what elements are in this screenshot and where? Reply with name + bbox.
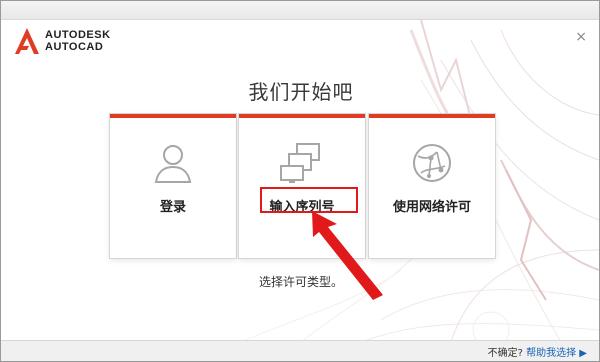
sign-in-card[interactable]: 登录 <box>110 114 236 258</box>
user-icon <box>154 145 192 183</box>
footer-question: 不确定? <box>487 348 523 359</box>
monitors-icon <box>280 143 320 183</box>
activation-window: AUTODESK AUTOCAD × 我们开始吧 登录 输入序列号 使用网络许可… <box>0 0 600 362</box>
page-title: 我们开始吧 <box>248 80 354 104</box>
autodesk-a-logo-icon <box>15 28 39 54</box>
help-me-choose-link[interactable]: 帮助我选择 <box>526 348 576 359</box>
network-globe-icon <box>413 144 451 182</box>
footer-bar: 不确定? 帮助我选择 ▶ <box>1 340 599 361</box>
brand-autodesk-text: AUTODESK <box>45 29 111 41</box>
network-license-label: 使用网络许可 <box>392 200 471 215</box>
brand-autocad-text: AUTOCAD <box>45 41 104 53</box>
license-type-hint: 选择许可类型。 <box>258 275 343 289</box>
autodesk-autocad-logo: AUTODESK AUTOCAD <box>15 28 111 54</box>
play-arrow-icon[interactable]: ▶ <box>579 348 587 359</box>
enter-serial-number-card[interactable]: 输入序列号 <box>239 114 365 258</box>
highlight-box <box>260 187 358 213</box>
window-top-strip <box>1 1 599 20</box>
network-license-card[interactable]: 使用网络许可 <box>369 114 495 258</box>
close-icon[interactable]: × <box>575 29 587 45</box>
footer-help: 不确定? 帮助我选择 ▶ <box>488 344 587 359</box>
sign-in-label: 登录 <box>159 200 186 215</box>
